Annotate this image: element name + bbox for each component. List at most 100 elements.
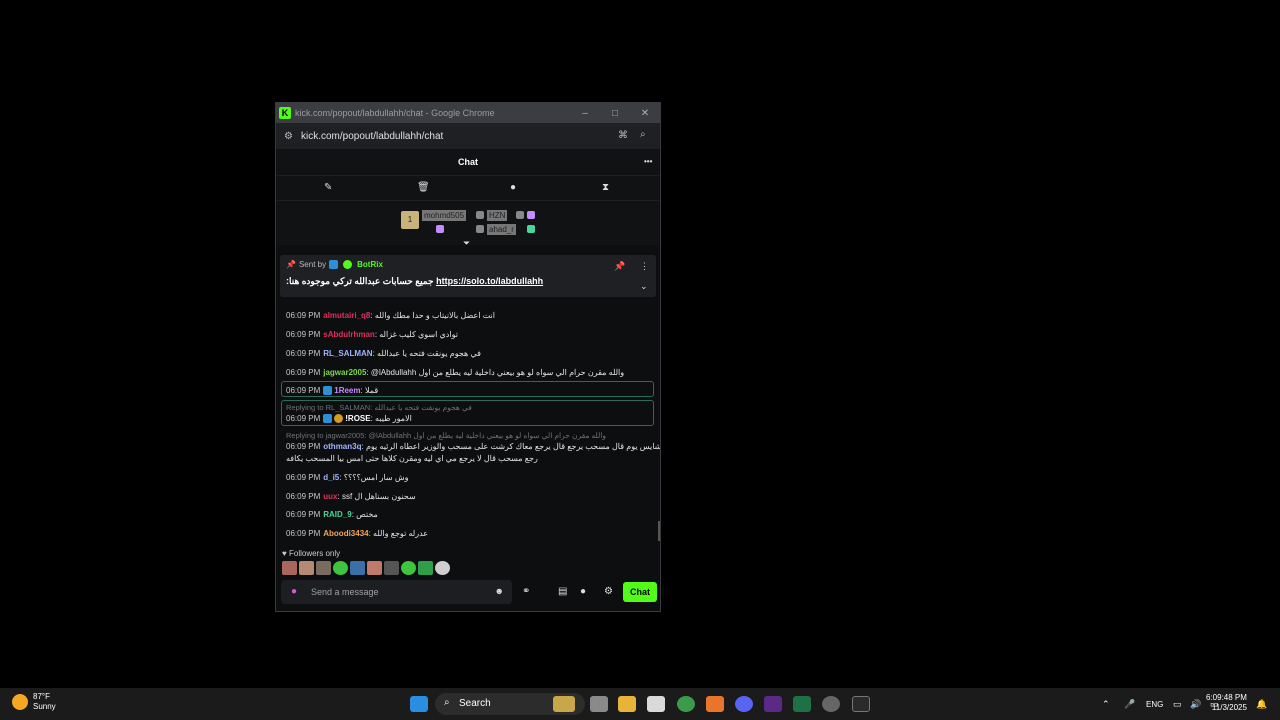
microsoft-store-icon[interactable] (647, 696, 665, 712)
temperature: 87°F (33, 692, 50, 701)
reply-context[interactable]: Replying to jagwar2005: @lAbdullahh والل… (286, 431, 606, 440)
store-icon[interactable]: ▤ (558, 586, 567, 597)
emote[interactable] (367, 561, 382, 575)
minimize-button[interactable]: – (570, 103, 600, 123)
zoom-search-icon[interactable]: ⌕ (640, 129, 646, 140)
translate-icon[interactable]: ⌘ (618, 130, 628, 141)
message-username[interactable]: RAID_9 (323, 510, 351, 519)
emoji-icon[interactable]: ☻ (495, 586, 504, 596)
network-icon[interactable]: ▭ (1173, 699, 1182, 710)
microphone-icon[interactable]: 🎤 (1124, 699, 1135, 710)
taskbar-clock[interactable]: 6:09:48 PM 11/3/2025 (1206, 693, 1247, 713)
message-text: عدرله توجع والله (373, 529, 429, 538)
expand-icon[interactable]: ⏷ (463, 238, 470, 249)
url-text[interactable]: kick.com/popout/labdullahh/chat (301, 131, 443, 142)
message-time: 06:09 PM (286, 492, 321, 501)
emote[interactable] (333, 561, 348, 575)
weather-widget[interactable]: 87°F Sunny (12, 692, 56, 712)
message-username[interactable]: !ROSE (345, 414, 370, 423)
taskbar-search[interactable]: ⌕ Search (435, 693, 585, 715)
chat-bubble-icon[interactable]: ● (510, 182, 516, 193)
discord-icon[interactable] (735, 696, 753, 712)
emote[interactable] (384, 561, 399, 575)
app-icon[interactable] (706, 696, 724, 712)
emote[interactable] (299, 561, 314, 575)
pinned-link[interactable]: https://solo.to/labdullahh (436, 276, 543, 286)
gifter-badge (527, 211, 535, 219)
close-button[interactable]: ✕ (630, 103, 660, 123)
message-username[interactable]: RL_SALMAN (323, 349, 372, 358)
terminal-icon[interactable] (852, 696, 870, 712)
message-username[interactable]: uux (323, 492, 337, 501)
message-username[interactable]: almutairi_q8 (323, 311, 370, 320)
task-view-icon[interactable] (590, 696, 608, 712)
message-username[interactable]: sAbdulrhman (323, 330, 375, 339)
badge-icon (323, 414, 333, 424)
volume-icon[interactable]: 🔊 (1190, 699, 1201, 710)
excel-icon[interactable] (793, 696, 811, 712)
chrome-icon[interactable] (677, 696, 695, 712)
message-username[interactable]: 1Reem (334, 386, 360, 395)
chat-message: 06:09 PM sAbdulrhman: توادي اسوي كليب غزا… (286, 330, 458, 339)
send-chat-button[interactable]: Chat (623, 582, 657, 602)
message-username[interactable]: Aboodi3434 (323, 529, 368, 538)
chrome-popout-window: K kick.com/popout/labdullahh/chat - Goog… (275, 102, 661, 612)
search-label: Search (459, 698, 491, 709)
notification-bell-icon[interactable]: 🔔 (1256, 699, 1267, 710)
site-settings-icon[interactable]: ⚙ (284, 131, 293, 142)
unpin-icon[interactable]: 📌 (614, 261, 625, 272)
settings-gear-icon[interactable]: ⚙ (604, 586, 613, 597)
file-explorer-icon[interactable] (618, 696, 636, 712)
bot-name[interactable]: BotRix (357, 260, 383, 269)
gifter-name[interactable]: HZN (487, 210, 508, 221)
pinned-text: :جميع حسابات عبدالله تركي موجوده هنا htt… (286, 276, 543, 287)
badge-icon (323, 386, 333, 396)
emote[interactable] (282, 561, 297, 575)
message-text: قملا (364, 386, 379, 395)
chevron-up-icon[interactable]: ⌃ (1102, 699, 1110, 710)
emote[interactable] (316, 561, 331, 575)
gifter-name[interactable]: mohmd505 (422, 210, 467, 221)
trash-icon[interactable]: 🗑 (417, 182, 430, 193)
chevron-down-icon[interactable]: ⌄ (640, 281, 648, 292)
scrollbar[interactable] (658, 521, 660, 541)
sent-by-label: Sent by (298, 260, 327, 269)
emote[interactable] (418, 561, 433, 575)
message-username[interactable]: jagwar2005 (323, 368, 366, 377)
gifter-badge (476, 225, 484, 233)
emote[interactable] (401, 561, 416, 575)
title-bar[interactable]: K kick.com/popout/labdullahh/chat - Goog… (276, 103, 660, 123)
emote[interactable] (435, 561, 450, 575)
pin-icon[interactable]: ✎ (324, 182, 332, 193)
message-input[interactable]: ● Send a message ☻ (281, 580, 512, 604)
sun-icon (12, 694, 28, 710)
message-placeholder[interactable]: Send a message (311, 587, 379, 597)
kebab-menu-icon[interactable]: ⋮ (640, 261, 649, 272)
message-time: 06:09 PM (286, 414, 321, 423)
nzxt-icon[interactable] (764, 696, 782, 712)
message-time: 06:09 PM (286, 529, 321, 538)
followers-only-notice: ♥ Followers only (282, 549, 340, 558)
microphone-icon[interactable]: ● (291, 586, 297, 597)
emote[interactable] (350, 561, 365, 575)
hourglass-icon[interactable]: ⧗ (602, 182, 609, 193)
gift-sub-icon[interactable]: ⚭ (522, 586, 530, 597)
message-username[interactable]: d_i5 (323, 473, 339, 482)
windows-start-icon[interactable] (410, 696, 428, 712)
more-options-icon[interactable]: ••• (644, 157, 652, 166)
kick-logo-icon: K (279, 107, 291, 119)
chat-message-list[interactable]: 06:09 PM almutairi_q8: انت اعضل بالانيتاب… (276, 297, 660, 547)
clock-time: 6:09:48 PM (1206, 693, 1247, 702)
reply-context[interactable]: Replying to RL_SALMAN: في هجوم يونقت فتح… (286, 403, 472, 412)
app-icon[interactable] (822, 696, 840, 712)
gifter-badge (527, 225, 535, 233)
top-gifters: 1 mohmd505 HZN ahad_r ⏷ (276, 201, 660, 248)
gifter-name[interactable]: ahad_r (487, 224, 516, 235)
pinned-message: 📌 Sent by BotRix :جميع حسابات عبدالله تر… (280, 255, 656, 297)
language-indicator[interactable]: ENG (1146, 700, 1163, 709)
maximize-button[interactable]: □ (600, 103, 630, 123)
chat-message-continuation: رجع مسحب قال لا يرجع مي اي ليه ومقرن كلا… (286, 454, 538, 463)
message-username[interactable]: othman3q (323, 442, 361, 451)
chat-bubble-icon[interactable]: ● (580, 586, 586, 597)
address-bar[interactable]: ⚙ kick.com/popout/labdullahh/chat ⌘ ⌕ (276, 123, 660, 149)
